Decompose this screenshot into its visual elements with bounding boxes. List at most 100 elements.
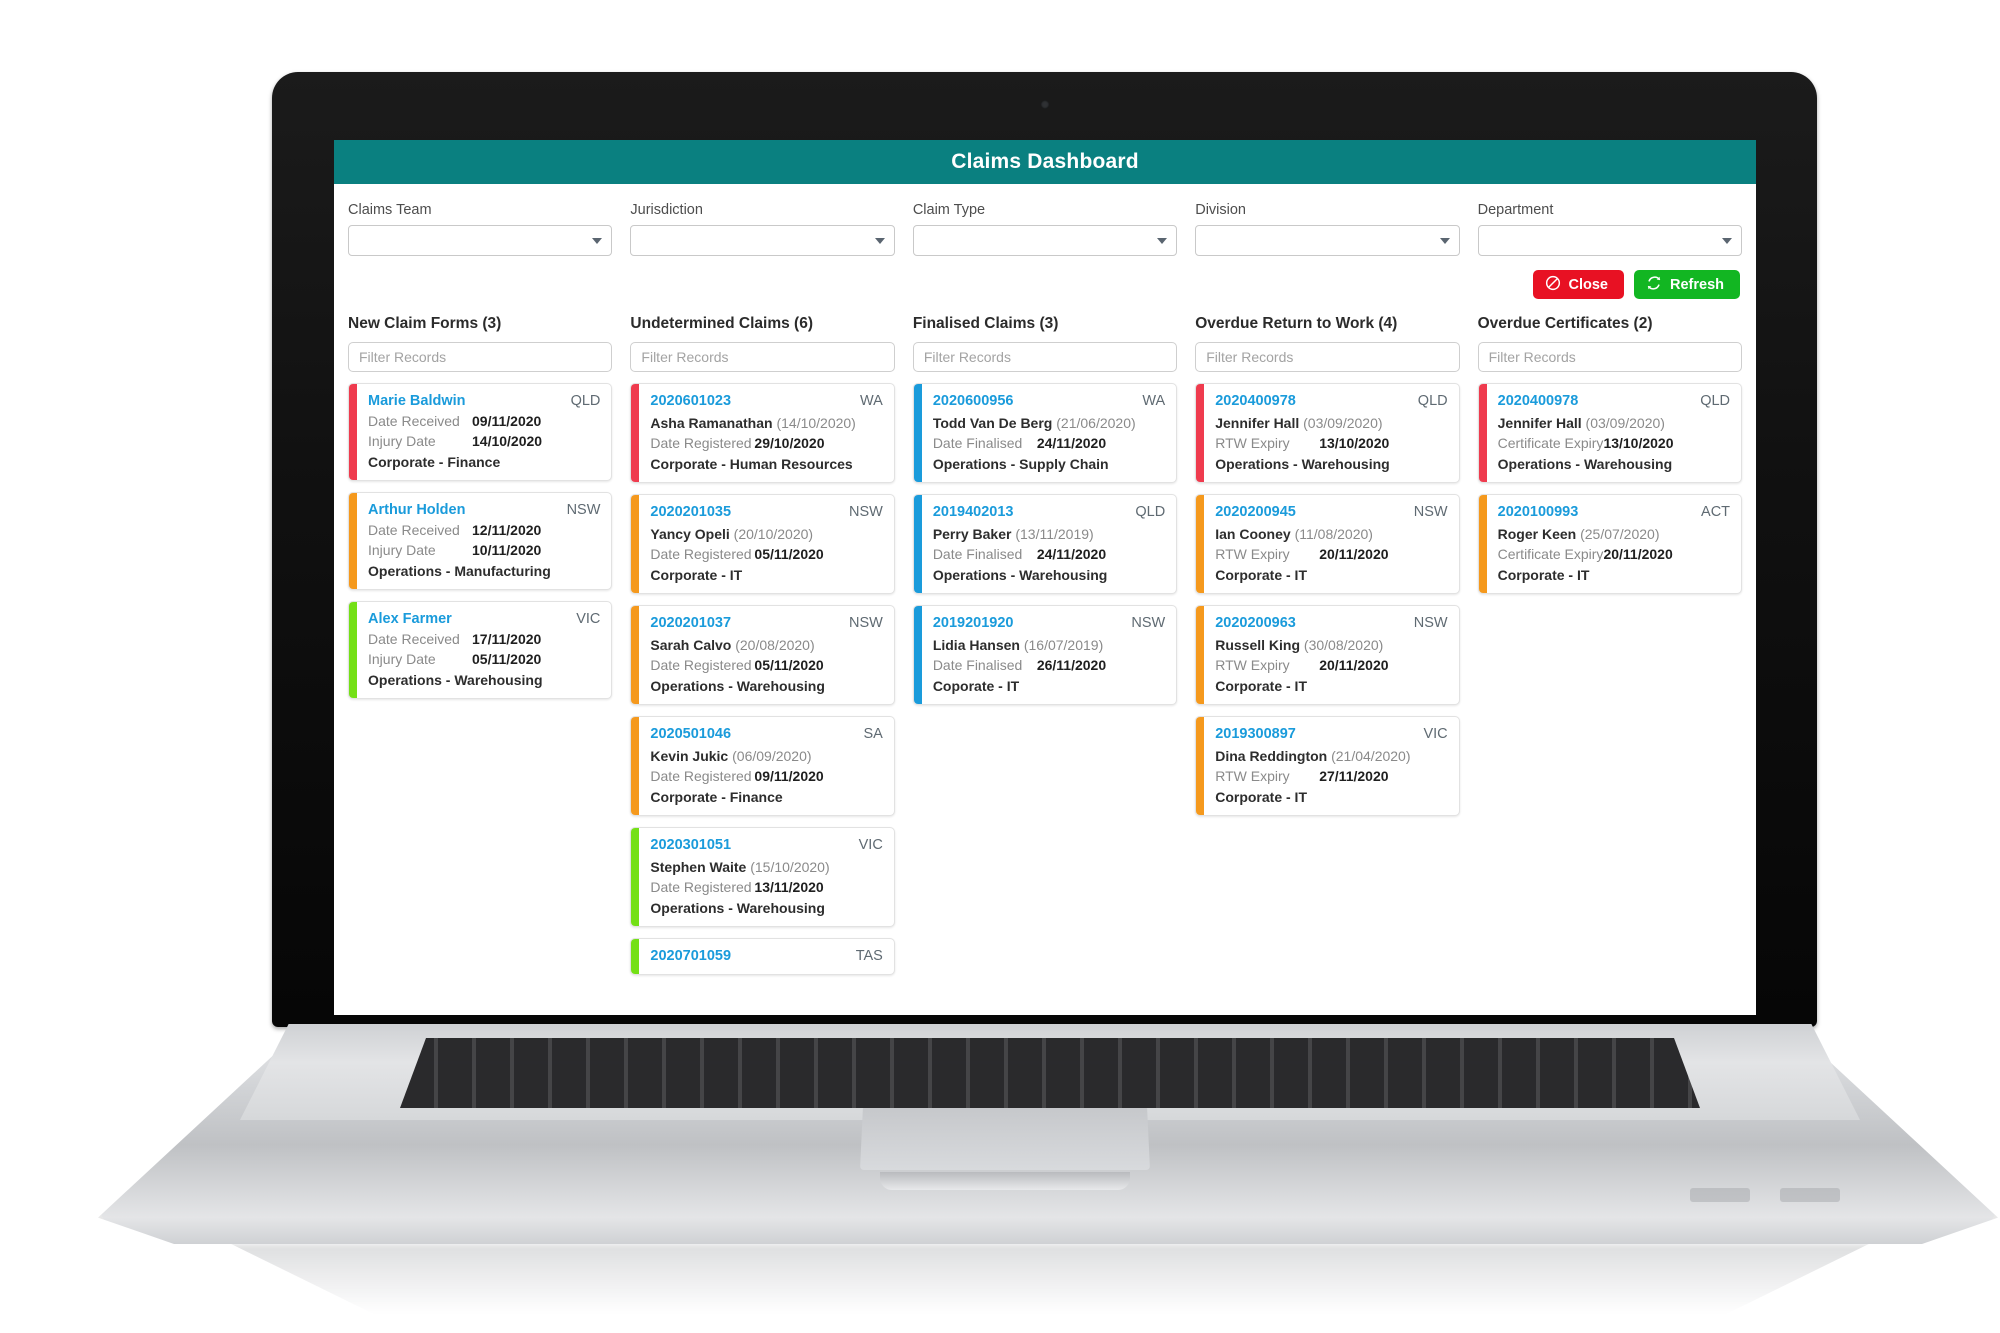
claim-card[interactable]: Marie Baldwin QLD Date Received 09/11/2020 I…	[348, 383, 613, 481]
card-body: 2020601023 WA Asha Ramanathan (14/10/2020)…	[639, 384, 893, 482]
card-priority-stripe	[1478, 495, 1487, 593]
card-jurisdiction: ACT	[1701, 504, 1731, 520]
filter-records-input[interactable]	[348, 342, 613, 372]
card-field-1-key: Date Finalised	[932, 435, 1023, 451]
card-body: 2020400978 QLD Jennifer Hall (03/09/2020) R…	[1204, 384, 1458, 482]
card-reference-link[interactable]: 2020201037	[650, 615, 731, 631]
close-button[interactable]: Close	[1532, 270, 1624, 299]
card-department: Corporate - Finance	[368, 454, 501, 470]
card-department: Operations - Manufacturing	[368, 563, 551, 579]
card-reference-link[interactable]: 2020601023	[650, 393, 731, 409]
claim-card[interactable]: 2020200963 NSW Russell King (30/08/2020) RT…	[1195, 605, 1460, 705]
card-reference-link[interactable]: 2020100993	[1498, 504, 1579, 520]
card-field-1: Date Received 09/11/2020	[368, 413, 600, 429]
claim-card[interactable]: 2019300897 VIC Dina Reddington (21/04/2020…	[1195, 716, 1460, 816]
column-title: Overdue Return to Work (4)	[1195, 315, 1398, 332]
filter-field-4: Department	[1477, 202, 1743, 256]
claim-card[interactable]: 2020400978 QLD Jennifer Hall (03/09/2020) R…	[1195, 383, 1460, 483]
card-department: Corporate - Human Resources	[650, 456, 853, 472]
card-department: Operations - Warehousing	[650, 678, 825, 694]
block-icon	[1545, 275, 1561, 295]
claim-card[interactable]: 2020600956 WA Todd Van De Berg (21/06/2020…	[912, 383, 1178, 483]
card-priority-stripe	[631, 606, 640, 704]
card-header: 2019201920 NSW	[933, 615, 1165, 631]
filter-label: Jurisdiction	[630, 202, 703, 218]
card-person-name: Perry Baker	[932, 526, 1012, 542]
card-department: Corporate - Finance	[650, 789, 783, 805]
card-list: 2020400978 QLD Jennifer Hall (03/09/2020) R…	[1195, 383, 1460, 816]
filter-select-0[interactable]	[348, 225, 613, 256]
claim-card[interactable]: Arthur Holden NSW Date Received 12/11/2020 I…	[348, 492, 613, 590]
filter-records-input[interactable]	[912, 342, 1178, 372]
card-field-1-value: 13/10/2020	[1319, 435, 1390, 451]
chevron-down-icon	[1157, 237, 1168, 244]
filter-records-input[interactable]	[630, 342, 895, 372]
card-field-1-value: 09/11/2020	[754, 768, 824, 784]
card-reference-link[interactable]: 2019402013	[933, 504, 1014, 520]
card-reference-link[interactable]: 2020400978	[1498, 393, 1579, 409]
card-reference-link[interactable]: 2020600956	[933, 393, 1014, 409]
card-reference-link[interactable]: 2020201035	[650, 504, 731, 520]
card-field-1: Date Finalised 26/11/2020	[933, 657, 1165, 673]
card-list: Marie Baldwin QLD Date Received 09/11/2020 I…	[348, 383, 613, 699]
card-field-1-key: RTW Expiry	[1215, 657, 1290, 673]
chevron-down-icon	[1439, 237, 1450, 244]
card-reference-link[interactable]: 2020501046	[650, 726, 731, 742]
card-reference-link[interactable]: 2020301051	[650, 837, 731, 853]
card-person-name: Lidia Hansen	[932, 637, 1020, 653]
card-jurisdiction: TAS	[855, 948, 883, 964]
card-body: 2020501046 SA Kevin Jukic (06/09/2020) Date…	[639, 717, 893, 815]
card-jurisdiction: VIC	[576, 611, 601, 627]
card-reference-link[interactable]: 2020400978	[1215, 393, 1296, 409]
filter-select-1[interactable]	[630, 225, 895, 256]
claim-card[interactable]: 2020201035 NSW Yancy Opeli (20/10/2020) Dat…	[630, 494, 895, 594]
card-reference-link[interactable]: Arthur Holden	[368, 502, 465, 518]
action-row: Close Refresh	[346, 270, 1744, 299]
card-field-1: Date Registered 09/11/2020	[650, 768, 882, 784]
card-field-1: RTW Expiry 13/10/2020	[1215, 435, 1447, 451]
card-reference-link[interactable]: Marie Baldwin	[368, 393, 466, 409]
card-priority-stripe	[631, 828, 640, 926]
card-header: 2020201035 NSW	[650, 504, 882, 520]
card-person: Lidia Hansen (16/07/2019)	[933, 637, 1165, 653]
claim-card[interactable]: 2019201920 NSW Lidia Hansen (16/07/2019) Da…	[912, 605, 1178, 705]
filter-records-input[interactable]	[1195, 342, 1460, 372]
claim-card[interactable]: 2020400978 QLD Jennifer Hall (03/09/2020) C…	[1477, 383, 1743, 483]
card-reference-link[interactable]: 2020200945	[1215, 504, 1296, 520]
claim-card[interactable]: 2020201037 NSW Sarah Calvo (20/08/2020) Dat…	[630, 605, 895, 705]
card-person-name: Asha Ramanathan	[650, 415, 773, 431]
webcam-icon	[1040, 100, 1049, 109]
claim-card[interactable]: 2020100993 ACT Roger Keen (25/07/2020) Cert…	[1477, 494, 1743, 594]
card-department: Corporate - IT	[1497, 567, 1590, 583]
card-reference-link[interactable]: Alex Farmer	[368, 611, 452, 627]
claim-card[interactable]: 2020200945 NSW Ian Cooney (11/08/2020) RTW …	[1195, 494, 1460, 594]
card-reference-link[interactable]: 2019300897	[1215, 726, 1296, 742]
filter-select-2[interactable]	[912, 225, 1178, 256]
card-reference-link[interactable]: 2020701059	[650, 948, 731, 964]
card-field-1-key: Date Finalised	[932, 657, 1023, 673]
card-reference-link[interactable]: 2019201920	[933, 615, 1014, 631]
filter-label: Claims Team	[348, 202, 432, 218]
claim-card[interactable]: 2020701059 TAS	[630, 938, 895, 975]
card-person: Ian Cooney (11/08/2020)	[1215, 526, 1447, 542]
card-header: 2019300897 VIC	[1215, 726, 1447, 742]
card-person-name: Kevin Jukic	[650, 748, 729, 764]
app-body: Claims Team Jurisdiction Claim Type Divisio…	[334, 184, 1756, 975]
filter-select-3[interactable]	[1195, 225, 1460, 256]
filter-records-input[interactable]	[1477, 342, 1743, 372]
card-body: 2020100993 ACT Roger Keen (25/07/2020) Cert…	[1487, 495, 1741, 593]
filter-select-4[interactable]	[1477, 225, 1743, 256]
claim-card[interactable]: 2020601023 WA Asha Ramanathan (14/10/2020)…	[630, 383, 895, 483]
claim-card[interactable]: 2020301051 VIC Stephen Waite (15/10/2020) D…	[630, 827, 895, 927]
card-reference-link[interactable]: 2020200963	[1215, 615, 1296, 631]
card-body: 2019300897 VIC Dina Reddington (21/04/2020…	[1204, 717, 1458, 815]
card-field-1-value: 20/11/2020	[1603, 546, 1673, 562]
card-header: 2020501046 SA	[650, 726, 882, 742]
card-field-1-value: 05/11/2020	[754, 657, 824, 673]
claim-card[interactable]: Alex Farmer VIC Date Received 17/11/2020 Inj…	[348, 601, 613, 699]
claim-card[interactable]: 2020501046 SA Kevin Jukic (06/09/2020) Date…	[630, 716, 895, 816]
refresh-button[interactable]: Refresh	[1634, 270, 1740, 299]
card-header: 2020400978 QLD	[1215, 393, 1447, 409]
claim-card[interactable]: 2019402013 QLD Perry Baker (13/11/2019) Dat…	[912, 494, 1178, 594]
card-field-1-value: 29/10/2020	[754, 435, 825, 451]
